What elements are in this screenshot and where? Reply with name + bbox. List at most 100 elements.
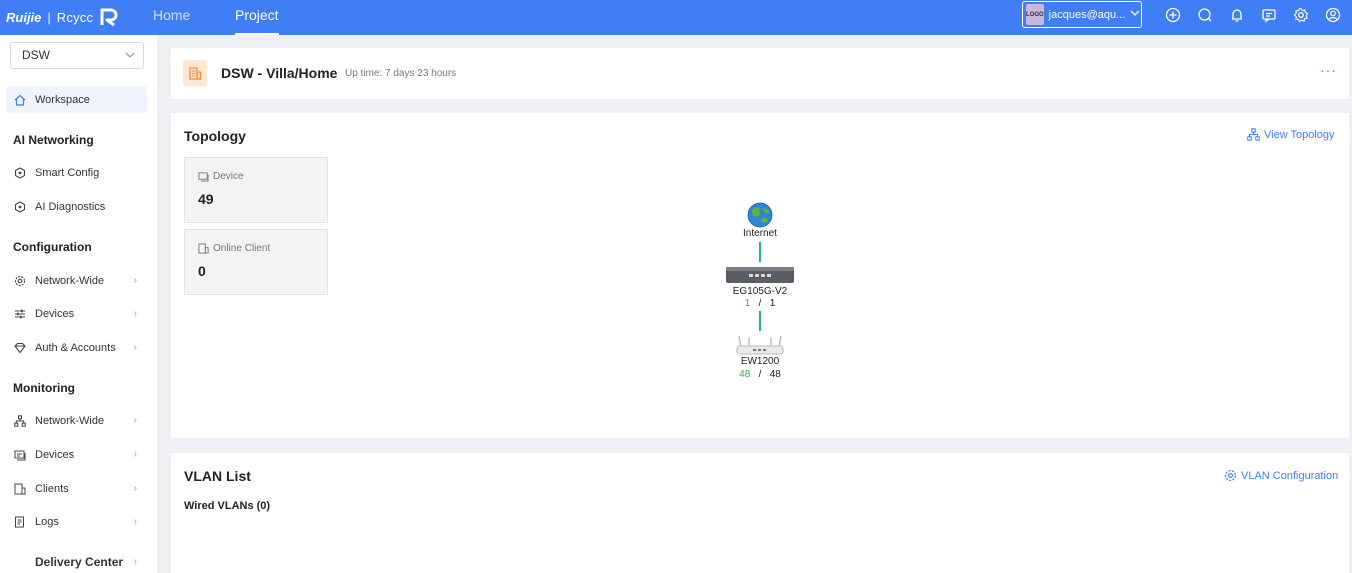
nav-home[interactable]: Home — [153, 0, 190, 35]
globe-icon[interactable] — [746, 202, 774, 228]
home-icon — [14, 94, 26, 106]
sidebar-item-config-network-wide[interactable]: Network-Wide › — [6, 267, 147, 294]
sidebar-item-auth-accounts[interactable]: Auth & Accounts › — [6, 334, 147, 361]
hexagon-icon — [14, 166, 26, 179]
sidebar-item-label: Auth & Accounts — [35, 341, 116, 354]
sidebar-item-smart-config[interactable]: Smart Config — [6, 159, 147, 186]
section-configuration: Configuration — [13, 240, 92, 254]
account-logo: LOGO — [1026, 4, 1044, 25]
stat-online-client[interactable]: Online Client 0 — [184, 229, 328, 295]
chevron-down-icon — [1130, 8, 1140, 21]
gear-icon — [1225, 470, 1236, 481]
account-selector[interactable]: LOGO jacques@aqu... — [1022, 1, 1142, 28]
total-count: 48 — [769, 369, 781, 380]
message-icon[interactable] — [1260, 6, 1278, 24]
sidebar-item-config-devices[interactable]: Devices › — [6, 300, 147, 327]
gateway-client-count: 1 / 1 — [710, 298, 810, 309]
device-icon — [198, 172, 209, 182]
brand-separator: | — [47, 9, 51, 25]
gateway-device-icon[interactable] — [725, 265, 795, 285]
project-uptime: Up time: 7 days 23 hours — [345, 68, 457, 79]
stat-value: 0 — [198, 263, 206, 279]
hexagon-icon — [14, 200, 26, 213]
nav-project[interactable]: Project — [235, 0, 279, 35]
sidebar-item-label: AI Diagnostics — [35, 200, 106, 213]
view-topology-label: View Topology — [1264, 128, 1335, 141]
add-icon[interactable] — [1164, 6, 1182, 24]
sidebar-item-label: Clients — [35, 482, 69, 495]
project-select[interactable]: DSW — [10, 42, 144, 69]
online-count: 48 — [739, 369, 751, 380]
topology-link — [759, 242, 761, 262]
chevron-down-icon — [125, 43, 135, 78]
sidebar-item-monitor-network-wide[interactable]: Network-Wide › — [6, 407, 147, 434]
chevron-right-icon: › — [133, 516, 137, 527]
more-options-icon[interactable]: ··· — [1320, 62, 1337, 78]
sidebar-item-label: Devices — [35, 307, 75, 320]
ap-client-count: 48 / 48 — [710, 369, 810, 380]
chevron-right-icon: › — [133, 415, 137, 426]
count-separator: / — [758, 298, 762, 309]
diamond-icon — [14, 342, 26, 354]
brand-sub: Rcycc — [56, 9, 94, 25]
bell-icon[interactable] — [1228, 6, 1246, 24]
client-icon — [14, 483, 26, 495]
stat-label: Device — [213, 171, 244, 182]
topology-icon — [14, 414, 26, 427]
wired-vlans-heading: Wired VLANs (0) — [184, 500, 271, 512]
gear-icon — [14, 275, 26, 287]
topology-title: Topology — [184, 128, 246, 144]
count-separator: / — [758, 369, 762, 380]
sidebar: DSW Workspace AI Networking Smart Config… — [0, 35, 157, 573]
sidebar-item-monitor-devices[interactable]: Devices › — [6, 441, 147, 468]
chevron-right-icon: › — [133, 308, 137, 319]
sidebar-item-label: Network-Wide — [35, 414, 105, 427]
chevron-right-icon: › — [133, 275, 137, 286]
brand-mark-icon — [100, 8, 118, 27]
topology-link — [759, 311, 761, 331]
search-icon[interactable] — [1196, 6, 1214, 24]
sidebar-item-label: Devices — [35, 448, 75, 461]
device-icon — [14, 449, 26, 461]
sidebar-item-label: Smart Config — [35, 166, 100, 179]
chevron-right-icon: › — [133, 483, 137, 494]
section-monitoring: Monitoring — [13, 381, 75, 395]
chevron-right-icon: › — [133, 342, 137, 353]
section-ai-networking: AI Networking — [13, 133, 94, 147]
top-bar: Ruijie | Rcycc Home Project LOGO jacques… — [0, 0, 1352, 35]
building-icon — [183, 60, 207, 86]
sliders-icon — [14, 308, 26, 320]
delivery-icon — [14, 556, 26, 568]
sidebar-item-delivery-center[interactable]: Delivery Center › — [6, 548, 147, 573]
chevron-right-icon: › — [133, 556, 137, 567]
user-icon[interactable] — [1324, 6, 1342, 24]
online-count: 1 — [744, 298, 751, 309]
stat-device[interactable]: Device 49 — [184, 157, 328, 223]
client-icon — [198, 243, 209, 254]
sidebar-item-logs[interactable]: Logs › — [6, 508, 147, 535]
access-point-icon[interactable] — [735, 334, 785, 356]
project-select-value: DSW — [22, 48, 50, 62]
vlan-title: VLAN List — [184, 468, 251, 484]
vlan-configuration-link[interactable]: VLAN Configuration — [1224, 469, 1338, 482]
account-email: jacques@aqu... — [1048, 8, 1126, 21]
vlan-card: VLAN List VLAN Configuration Wired VLANs… — [171, 453, 1349, 573]
topology-icon — [1247, 128, 1260, 141]
brand-logo[interactable]: Ruijie | Rcycc — [6, 6, 121, 28]
total-count: 1 — [769, 298, 776, 309]
sidebar-item-label: Delivery Center — [35, 554, 124, 569]
stat-value: 49 — [198, 191, 214, 207]
vlan-configuration-label: VLAN Configuration — [1241, 469, 1339, 482]
sidebar-item-clients[interactable]: Clients › — [6, 475, 147, 502]
node-ap-label: EW1200 — [740, 356, 780, 367]
project-header: DSW - Villa/Home Up time: 7 days 23 hour… — [171, 48, 1349, 99]
sidebar-item-label: Network-Wide — [35, 274, 105, 287]
view-topology-link[interactable]: View Topology — [1247, 128, 1335, 141]
topology-card: Topology View Topology Device 49 Online … — [171, 113, 1349, 438]
sidebar-item-ai-diagnostics[interactable]: AI Diagnostics — [6, 193, 147, 220]
gear-icon[interactable] — [1292, 6, 1310, 24]
sidebar-item-workspace[interactable]: Workspace — [6, 86, 147, 113]
node-internet-label: Internet — [743, 228, 777, 239]
sidebar-item-label: Workspace — [35, 93, 90, 106]
node-gateway-label: EG105G-V2 — [732, 286, 788, 297]
